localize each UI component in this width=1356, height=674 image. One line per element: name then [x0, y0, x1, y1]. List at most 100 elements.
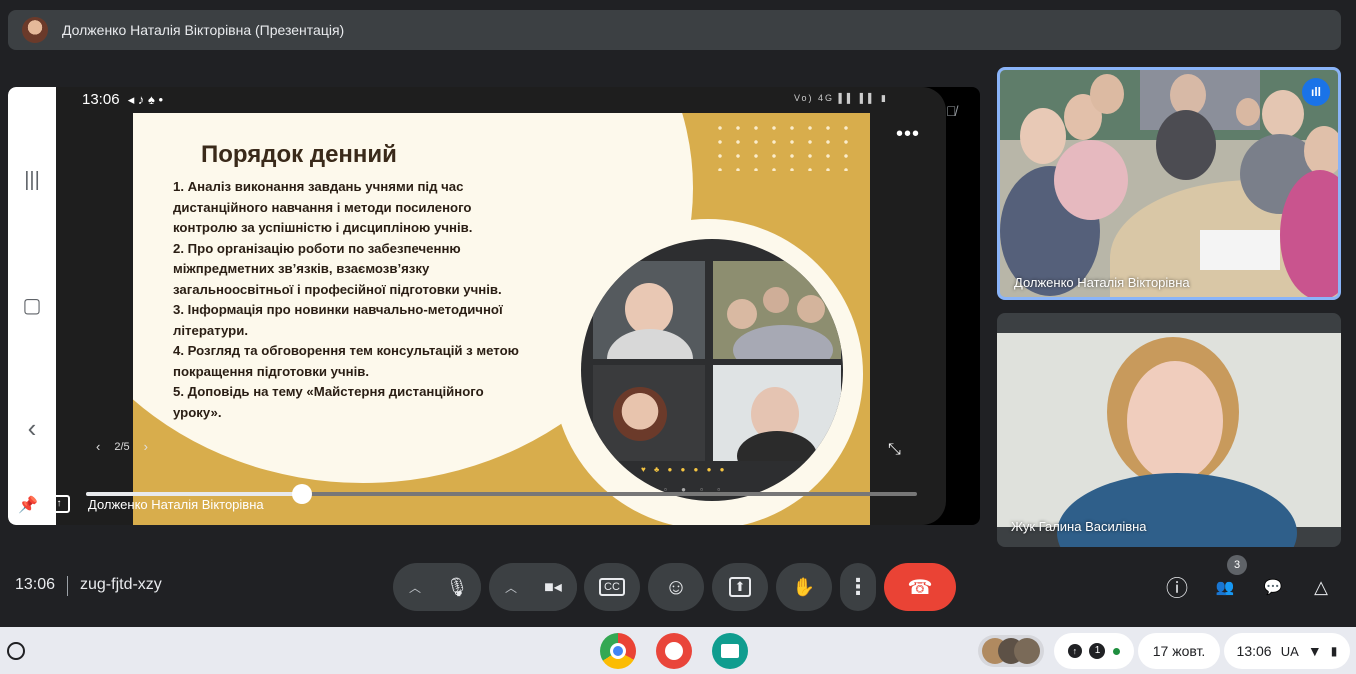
- present-button[interactable]: ⬆: [712, 563, 768, 611]
- agenda-item: 5. Доповідь на тему «Майстерня дистанцій…: [173, 384, 484, 420]
- photo-tile-4: [713, 365, 841, 461]
- mic-off-icon: 🎙̸: [946, 103, 957, 119]
- activities-button[interactable]: △: [1307, 573, 1335, 601]
- battery-icon: ▮: [1330, 644, 1338, 658]
- photo-tile-1: [593, 261, 705, 359]
- meeting-clock: 13:06: [15, 576, 56, 593]
- raise-hand-button[interactable]: ✋: [776, 563, 832, 611]
- tile1-person: [1262, 90, 1304, 138]
- slide-page-indicator: 2/5: [114, 440, 130, 453]
- meet-screen: [721, 644, 739, 658]
- agenda-item: 2. Про організацію роботи по забезпеченн…: [173, 240, 502, 297]
- meet-app-icon[interactable]: [712, 633, 748, 669]
- more-vert-icon: ⋮: [847, 574, 869, 599]
- canvas-app-icon[interactable]: [656, 633, 692, 669]
- tray-time: 13:06: [1236, 643, 1272, 659]
- tile1-person: [1090, 74, 1124, 114]
- people-count-badge: 3: [1227, 555, 1247, 575]
- video-progress-thumb[interactable]: [292, 484, 313, 504]
- chat-button[interactable]: 💬: [1259, 573, 1287, 601]
- presentation-stage[interactable]: ||| ▢ ‹ 13:06 ◂ ♪ ♠ • Vo) 4G ▌▌ ▌▌ ▮ ♥ ♣…: [8, 87, 980, 525]
- phone-status-bar: 13:06 ◂ ♪ ♠ •: [82, 91, 163, 108]
- phone-nav-bar: ||| ▢ ‹: [8, 87, 56, 525]
- photo-person: [727, 299, 757, 329]
- tray-notifications[interactable]: ↑ 1: [1054, 633, 1134, 669]
- participant-tile-2[interactable]: Жук Галина Василівна: [997, 313, 1341, 547]
- chrome-app-icon[interactable]: [600, 633, 636, 669]
- next-slide-icon[interactable]: ›: [144, 439, 148, 454]
- photo-reaction-bar: ♥ ♣ ● ● ● ● ●: [641, 465, 728, 474]
- agenda-item: 4. Розгляд та обговорення тем консультац…: [173, 343, 519, 379]
- captions-button[interactable]: CC: [584, 563, 640, 611]
- participant-name: Долженко Наталія Вікторівна: [1014, 275, 1190, 290]
- info-icon: ⓘ: [1165, 576, 1188, 601]
- slide: ♥ ♣ ● ● ● ● ● ▫ ▫ ● ▫ ▫ Порядок денний 1…: [133, 113, 870, 525]
- canvas-palette: [665, 642, 683, 660]
- camera-icon: ■◂: [544, 579, 562, 596]
- more-options-button[interactable]: ⋮: [840, 563, 876, 611]
- speaking-indicator-icon: ıll: [1302, 78, 1330, 106]
- photo-tile-3: [593, 365, 705, 461]
- slide-navigation: ‹ 2/5 ›: [96, 439, 216, 454]
- agenda-item: 1. Аналіз виконання завдань учнями під ч…: [173, 179, 473, 235]
- recording-dot-icon: [1113, 647, 1121, 655]
- tray-date[interactable]: 17 жовт.: [1138, 633, 1220, 669]
- back-icon: ‹: [27, 413, 37, 443]
- slide-dot-pattern: [711, 121, 861, 171]
- tile1-person-body: [1156, 110, 1216, 180]
- agenda-list: 1. Аналіз виконання завдань учнями під ч…: [161, 177, 521, 423]
- photo-table: [733, 325, 833, 359]
- camera-options-icon[interactable]: ︿: [491, 563, 531, 611]
- notification-count: 1: [1089, 643, 1106, 659]
- photo-person: [797, 295, 825, 323]
- collapse-icon[interactable]: ⤡: [888, 441, 901, 459]
- tile1-person: [1020, 108, 1066, 164]
- tile1-person-body: [1054, 140, 1128, 220]
- recent-apps-icon: |||: [24, 169, 40, 191]
- pin-icon[interactable]: 📌: [18, 495, 38, 515]
- mic-options-icon[interactable]: ︿: [395, 563, 435, 611]
- hand-icon: ✋: [792, 576, 816, 597]
- prev-slide-icon[interactable]: ‹: [96, 439, 100, 454]
- end-call-button[interactable]: ☎: [884, 563, 956, 611]
- tile1-papers: [1200, 230, 1280, 270]
- chrome-center: [610, 643, 626, 659]
- presentation-header: Долженко Наталія Вікторівна (Презентація…: [8, 10, 1341, 50]
- clock-separator: [67, 576, 68, 596]
- activities-icon: △: [1314, 576, 1328, 597]
- presenter-avatar: [22, 17, 48, 43]
- participant-tile-1[interactable]: ıll Долженко Наталія Вікторівна: [997, 67, 1341, 300]
- captions-icon: CC: [599, 578, 625, 596]
- slide-title: Порядок денний: [201, 141, 397, 168]
- stage-presenter-name: Долженко Наталія Вікторівна: [88, 497, 264, 512]
- participant-name: Жук Галина Василівна: [1011, 519, 1147, 534]
- tray-status-area[interactable]: 13:06 UA ▼ ▮: [1224, 633, 1350, 669]
- tile1-person: [1304, 126, 1338, 176]
- tray-avatar: [1014, 638, 1040, 664]
- launcher-icon[interactable]: [7, 642, 25, 660]
- meeting-info-button[interactable]: ⓘ: [1163, 573, 1191, 601]
- phone-time: 13:06: [82, 91, 120, 108]
- input-language: UA: [1280, 643, 1299, 659]
- photo-person-body: [737, 431, 817, 461]
- video-progress-fill: [86, 492, 303, 496]
- camera-button[interactable]: ■◂: [529, 563, 577, 611]
- slide-more-icon[interactable]: •••: [896, 123, 920, 146]
- agenda-item: 3. Інформація про новинки навчально-мето…: [173, 302, 503, 338]
- phone-signal-icons: Vo) 4G ▌▌ ▌▌ ▮: [794, 93, 888, 103]
- mic-button[interactable]: 🎙: [433, 563, 481, 611]
- home-icon: ▢: [22, 295, 42, 317]
- tray-recent-avatars[interactable]: [978, 635, 1044, 667]
- people-button[interactable]: 👥: [1211, 573, 1239, 601]
- emoji-button[interactable]: ☺: [648, 563, 704, 611]
- shared-phone-screen: 13:06 ◂ ♪ ♠ • Vo) 4G ▌▌ ▌▌ ▮ ♥ ♣ ● ● ● ●…: [56, 87, 946, 525]
- people-icon: 👥: [1215, 579, 1235, 596]
- present-icon: ⬆: [728, 577, 752, 597]
- tile2-face: [1127, 361, 1223, 481]
- meeting-code: zug-fjtd-xzy: [80, 576, 162, 593]
- upload-icon: ↑: [1067, 644, 1082, 658]
- photo-person: [763, 287, 789, 313]
- photo-person: [625, 283, 673, 335]
- photo-person: [613, 387, 667, 441]
- mic-icon: 🎙: [445, 576, 469, 597]
